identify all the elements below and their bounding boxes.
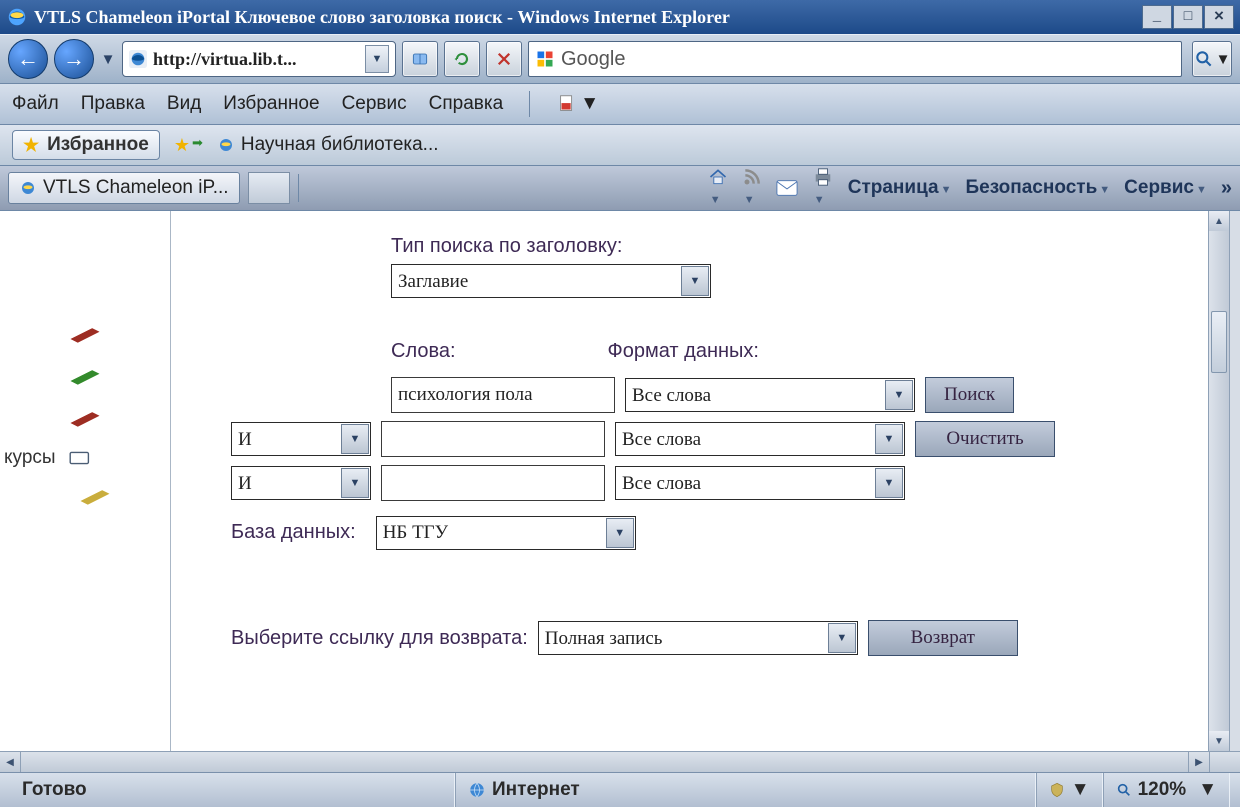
address-text: http://virtua.lib.t... [153, 49, 359, 70]
feeds-button[interactable]: ▼ [742, 167, 762, 209]
menu-tools[interactable]: Сервис [342, 93, 407, 115]
browser-tab[interactable]: VTLS Chameleon iP... [8, 172, 240, 204]
read-mail-button[interactable] [776, 179, 798, 197]
book-red2-icon[interactable] [67, 405, 103, 433]
select-bool-3[interactable]: И [231, 466, 371, 500]
tab-command-bar: VTLS Chameleon iP... ▼ ▼ ▼ Страница▼ Без… [0, 166, 1240, 211]
stop-button[interactable] [486, 41, 522, 77]
pdf-tool-icon[interactable]: ▼ [556, 93, 599, 115]
cmd-page[interactable]: Страница▼ [848, 177, 952, 199]
status-zone: Интернет [455, 773, 1036, 807]
content-shell: курсы Тип поиска по заголовку: Заглавие … [0, 211, 1240, 751]
overflow-chevron-icon[interactable]: » [1221, 177, 1232, 200]
search-go-button[interactable]: ▼ [1192, 41, 1232, 77]
ie-app-icon [6, 6, 28, 28]
menu-bar: Файл Правка Вид Избранное Сервис Справка… [0, 84, 1240, 125]
home-button[interactable]: ▼ [708, 167, 728, 209]
status-protected-mode[interactable]: ▼ [1036, 773, 1103, 807]
vertical-scrollbar[interactable]: ▲ ▼ [1208, 211, 1229, 751]
clear-button[interactable]: Очистить [915, 421, 1055, 457]
select-search-type[interactable]: Заглавие [391, 264, 711, 298]
select-format-3[interactable]: Все слова [615, 466, 905, 500]
address-bar[interactable]: http://virtua.lib.t... ▼ [122, 41, 396, 77]
menu-favorites[interactable]: Избранное [223, 93, 319, 115]
add-favorite-icon[interactable]: ★ ➡ [174, 135, 203, 156]
status-bar: Готово Интернет ▼ 120% ▼ [0, 772, 1240, 807]
address-dropdown-button[interactable]: ▼ [365, 45, 389, 73]
menu-file[interactable]: Файл [12, 93, 59, 115]
input-words-1[interactable] [391, 377, 615, 413]
select-database[interactable]: НБ ТГУ [376, 516, 636, 550]
refresh-button[interactable] [444, 41, 480, 77]
page-favicon-icon [217, 136, 235, 154]
label-search-type: Тип поиска по заголовку: [391, 235, 1208, 258]
label-format: Формат данных: [608, 340, 759, 363]
menu-view[interactable]: Вид [167, 93, 201, 115]
favorites-center-button[interactable]: ★ Избранное [12, 130, 160, 160]
forward-button[interactable]: → [54, 39, 94, 79]
scroll-thumb[interactable] [1211, 311, 1227, 373]
input-words-3[interactable] [381, 465, 605, 501]
back-button[interactable]: ← [8, 39, 48, 79]
search-box[interactable]: Google [528, 41, 1182, 77]
bookmark-link[interactable]: Научная библиотека... [217, 134, 439, 156]
nav-history-dropdown[interactable]: ▼ [100, 51, 116, 68]
book-yellow-icon[interactable] [77, 483, 113, 511]
label-return-link: Выберите ссылку для возврата: [231, 627, 528, 650]
google-icon [535, 49, 555, 69]
window-title: VTLS Chameleon iPortal Ключевое слово за… [34, 7, 730, 28]
cmd-tools[interactable]: Сервис▼ [1124, 177, 1207, 199]
window-close-button[interactable]: × [1204, 5, 1234, 29]
menu-edit[interactable]: Правка [81, 93, 145, 115]
menu-help[interactable]: Справка [429, 93, 504, 115]
window-minimize-button[interactable]: _ [1142, 5, 1172, 29]
book-green-icon[interactable] [67, 363, 103, 391]
ie-page-icon [19, 179, 37, 197]
new-tab-button[interactable] [248, 172, 290, 204]
select-format-1[interactable]: Все слова [625, 378, 915, 412]
book-red-icon[interactable] [67, 321, 103, 349]
select-return-link[interactable]: Полная запись [538, 621, 858, 655]
search-placeholder: Google [561, 48, 626, 71]
label-words: Слова: [391, 340, 456, 363]
scroll-up-icon[interactable]: ▲ [1209, 211, 1229, 231]
compat-view-button[interactable] [402, 41, 438, 77]
scroll-down-icon[interactable]: ▼ [1209, 731, 1229, 751]
browser-border [1229, 211, 1240, 751]
command-bar: ▼ ▼ ▼ Страница▼ Безопасность▼ Сервис▼ » [708, 167, 1232, 209]
select-bool-2[interactable]: И [231, 422, 371, 456]
sidebar: курсы [0, 211, 171, 751]
status-zoom[interactable]: 120% ▼ [1103, 773, 1230, 807]
label-database: База данных: [231, 521, 356, 544]
search-button[interactable]: Поиск [925, 377, 1014, 413]
horizontal-scrollbar[interactable]: ◀ ▶ [0, 751, 1240, 772]
input-words-2[interactable] [381, 421, 605, 457]
title-bar: VTLS Chameleon iPortal Ключевое слово за… [0, 0, 1240, 34]
star-icon: ★ [23, 135, 39, 156]
status-ready: Готово [10, 773, 455, 807]
site-favicon-icon [129, 50, 147, 68]
return-button[interactable]: Возврат [868, 620, 1018, 656]
print-button[interactable]: ▼ [812, 167, 834, 209]
select-format-2[interactable]: Все слова [615, 422, 905, 456]
cmd-security[interactable]: Безопасность▼ [965, 177, 1110, 199]
nav-toolbar: ← → ▼ http://virtua.lib.t... ▼ Google ▼ [0, 34, 1240, 84]
sidebar-item-courses[interactable]: курсы [0, 447, 170, 469]
favorites-bar: ★ Избранное ★ ➡ Научная библиотека... [0, 125, 1240, 166]
search-form: Тип поиска по заголовку: Заглавие ▼ Слов… [171, 211, 1208, 751]
window-maximize-button[interactable]: □ [1173, 5, 1203, 29]
